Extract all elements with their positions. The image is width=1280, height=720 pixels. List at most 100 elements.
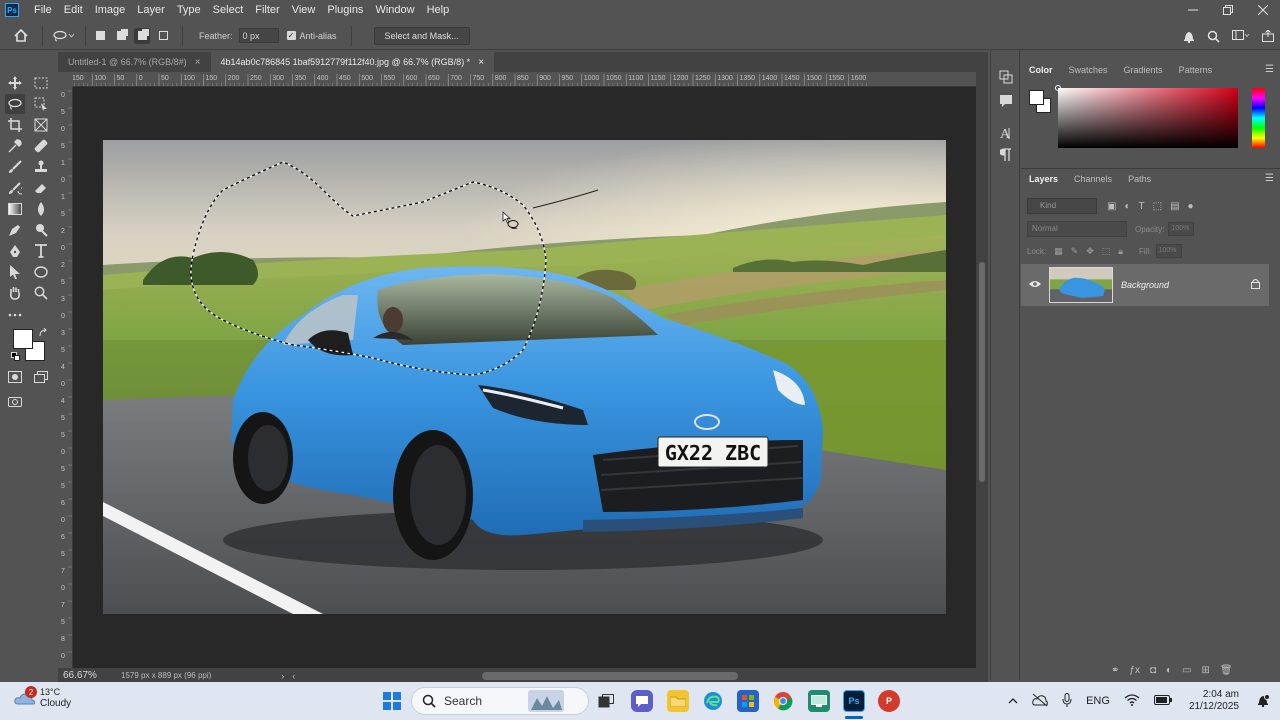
menu-image[interactable]: Image — [89, 0, 132, 20]
tab-channels[interactable]: Channels — [1066, 169, 1120, 189]
dodge-burn-tool[interactable] — [31, 220, 51, 240]
menu-file[interactable]: File — [28, 0, 58, 20]
tab-untitled-1[interactable]: Untitled-1 @ 66.7% (RGB/8#) × — [58, 52, 211, 72]
adjustment-layer-icon[interactable]: ◐ — [1166, 665, 1172, 676]
close-icon[interactable]: × — [195, 57, 201, 68]
dodge-tool[interactable] — [5, 220, 25, 240]
horizontal-ruler[interactable]: 150 100 50 0 50 100 150 200 250 300 350 400 450 500 55… — [73, 72, 976, 87]
start-button[interactable] — [383, 692, 401, 710]
panel-menu-icon[interactable]: ☰ — [1265, 64, 1274, 75]
brush-tool[interactable] — [5, 157, 25, 177]
move-tool[interactable] — [5, 73, 25, 93]
lock-all-icon[interactable]: 🔒︎ — [1118, 246, 1123, 257]
blur-tool[interactable] — [31, 199, 51, 219]
lock-artboard-icon[interactable]: ⬚ — [1102, 246, 1111, 257]
history-panel-button[interactable] — [999, 70, 1013, 87]
pen-tool[interactable] — [5, 241, 25, 261]
ruler-origin[interactable] — [58, 72, 73, 87]
powerpoint-app[interactable]: P — [878, 690, 900, 712]
shape-filter-icon[interactable]: ⬚ — [1153, 201, 1162, 212]
tab-paths[interactable]: Paths — [1120, 169, 1159, 189]
weather-widget[interactable]: 2 13°C Cloudy — [14, 686, 71, 710]
color-panel-swatches[interactable] — [1029, 90, 1053, 116]
search-button[interactable] — [1207, 30, 1220, 43]
tab-active-document[interactable]: 4b14ab0c786845 1baf5912779f112f40.jpg @ … — [210, 52, 495, 72]
edge-app[interactable] — [702, 690, 724, 712]
default-colors-icon[interactable] — [11, 352, 21, 362]
opacity-input[interactable]: 100% — [1168, 222, 1195, 236]
delete-layer-icon[interactable]: 🗑︎ — [1220, 665, 1233, 676]
link-layers-icon[interactable]: ⚭ — [1111, 665, 1119, 676]
tab-gradients[interactable]: Gradients — [1116, 60, 1171, 80]
frame-tool[interactable] — [31, 115, 51, 135]
menu-layer[interactable]: Layer — [131, 0, 171, 20]
visibility-eye-icon[interactable] — [1021, 279, 1049, 291]
generative-button[interactable] — [5, 391, 25, 411]
eraser-tool[interactable] — [31, 178, 51, 198]
restore-button[interactable] — [1210, 0, 1245, 20]
layer-name[interactable]: Background — [1121, 280, 1251, 290]
workspace-button[interactable] — [1232, 30, 1250, 42]
foreground-color-swatch[interactable] — [13, 329, 33, 349]
antialias-checkbox[interactable]: ✓ Anti-alias — [286, 31, 337, 41]
notifications-button[interactable] — [1183, 30, 1195, 43]
teams-app[interactable] — [631, 690, 653, 712]
new-selection-mode[interactable] — [92, 28, 108, 44]
menu-window[interactable]: Window — [369, 0, 420, 20]
history-brush-tool[interactable] — [5, 178, 25, 198]
blend-mode-dropdown[interactable]: Normal — [1027, 221, 1127, 237]
minimize-button[interactable] — [1175, 0, 1210, 20]
taskbar-search[interactable]: Search — [411, 687, 589, 715]
store-app[interactable] — [737, 690, 759, 712]
add-selection-mode[interactable] — [113, 28, 129, 44]
color-field[interactable] — [1055, 85, 1238, 148]
intersect-selection-mode[interactable] — [155, 28, 171, 44]
filter-toggle-icon[interactable]: ● — [1188, 201, 1194, 212]
subtract-selection-mode[interactable] — [134, 27, 150, 44]
wifi-icon[interactable] — [1124, 693, 1140, 709]
hue-slider[interactable] — [1252, 88, 1265, 148]
screen-app[interactable] — [808, 690, 830, 712]
fill-input[interactable]: 100% — [1155, 244, 1182, 258]
swap-colors-icon[interactable] — [38, 328, 48, 338]
marquee-tool[interactable] — [31, 73, 51, 93]
hand-tool[interactable] — [5, 283, 25, 303]
type-tool[interactable] — [31, 241, 51, 261]
add-mask-icon[interactable]: ◘ — [1150, 665, 1156, 676]
character-panel-button[interactable]: A — [999, 126, 1013, 143]
menu-select[interactable]: Select — [207, 0, 250, 20]
type-filter-icon[interactable]: T — [1139, 201, 1145, 212]
smart-object-filter-icon[interactable]: ▤ — [1170, 201, 1179, 212]
new-group-icon[interactable]: ▭ — [1182, 665, 1191, 676]
tab-layers[interactable]: Layers — [1021, 169, 1066, 189]
language-indicator[interactable]: ENG — [1086, 695, 1110, 707]
new-layer-icon[interactable]: ⊞ — [1202, 665, 1210, 676]
image-filter-icon[interactable]: ▣ — [1107, 201, 1116, 212]
color-swatches[interactable] — [11, 328, 49, 362]
menu-type[interactable]: Type — [171, 0, 207, 20]
edit-toolbar-button[interactable] — [5, 305, 25, 325]
lasso-tool[interactable] — [5, 94, 25, 114]
horizontal-scroll-thumb[interactable] — [482, 672, 738, 680]
canvas-area[interactable]: GX22 ZBC — [73, 87, 976, 668]
adjustment-filter-icon[interactable]: ◐ — [1124, 201, 1130, 212]
gradient-tool[interactable] — [5, 199, 25, 219]
menu-plugins[interactable]: Plugins — [321, 0, 369, 20]
eyedropper-tool[interactable] — [5, 136, 25, 156]
screen-mode-button[interactable] — [31, 367, 51, 387]
share-button[interactable] — [1262, 30, 1274, 42]
vertical-ruler[interactable]: 0505101520253035404550556065707580 — [58, 87, 73, 668]
document-info[interactable]: 1579 px x 889 px (96 ppi) — [121, 671, 211, 680]
vertical-scrollbar[interactable] — [976, 72, 988, 668]
paragraph-panel-button[interactable] — [999, 148, 1012, 165]
zoom-tool[interactable] — [31, 283, 51, 303]
chrome-app[interactable] — [772, 690, 794, 712]
document-image[interactable]: GX22 ZBC — [103, 140, 946, 614]
crop-tool[interactable] — [5, 115, 25, 135]
tool-preset-picker[interactable] — [49, 30, 79, 42]
zoom-level[interactable]: 66.67% — [58, 670, 113, 681]
tab-swatches[interactable]: Swatches — [1061, 60, 1116, 80]
photoshop-app[interactable]: Ps — [843, 690, 865, 712]
close-button[interactable] — [1245, 0, 1280, 20]
comments-panel-button[interactable] — [999, 94, 1013, 111]
